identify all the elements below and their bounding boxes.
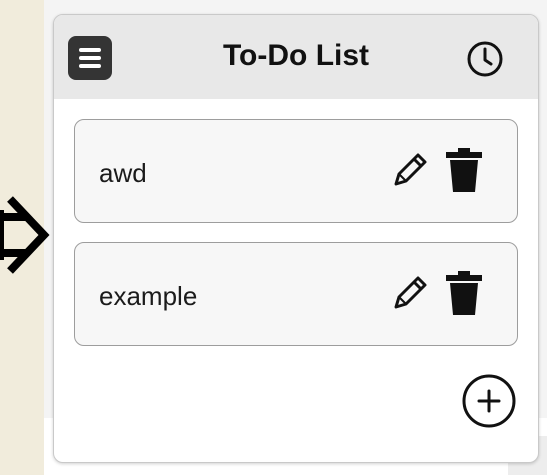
pencil-icon[interactable] — [388, 148, 432, 192]
clock-icon[interactable] — [466, 40, 504, 78]
todo-item-text: awd — [99, 158, 147, 188]
todo-item: awd — [74, 119, 518, 223]
pencil-icon[interactable] — [388, 271, 432, 315]
trash-icon[interactable] — [444, 269, 484, 317]
trash-icon[interactable] — [444, 146, 484, 194]
plus-circle-icon[interactable] — [460, 372, 518, 430]
todo-item-text: example — [99, 281, 198, 311]
todo-panel: To-Do List awd example — [53, 14, 539, 463]
todo-item: example — [74, 242, 518, 346]
todo-header: To-Do List — [54, 15, 538, 99]
arrow-right-icon — [0, 196, 50, 274]
